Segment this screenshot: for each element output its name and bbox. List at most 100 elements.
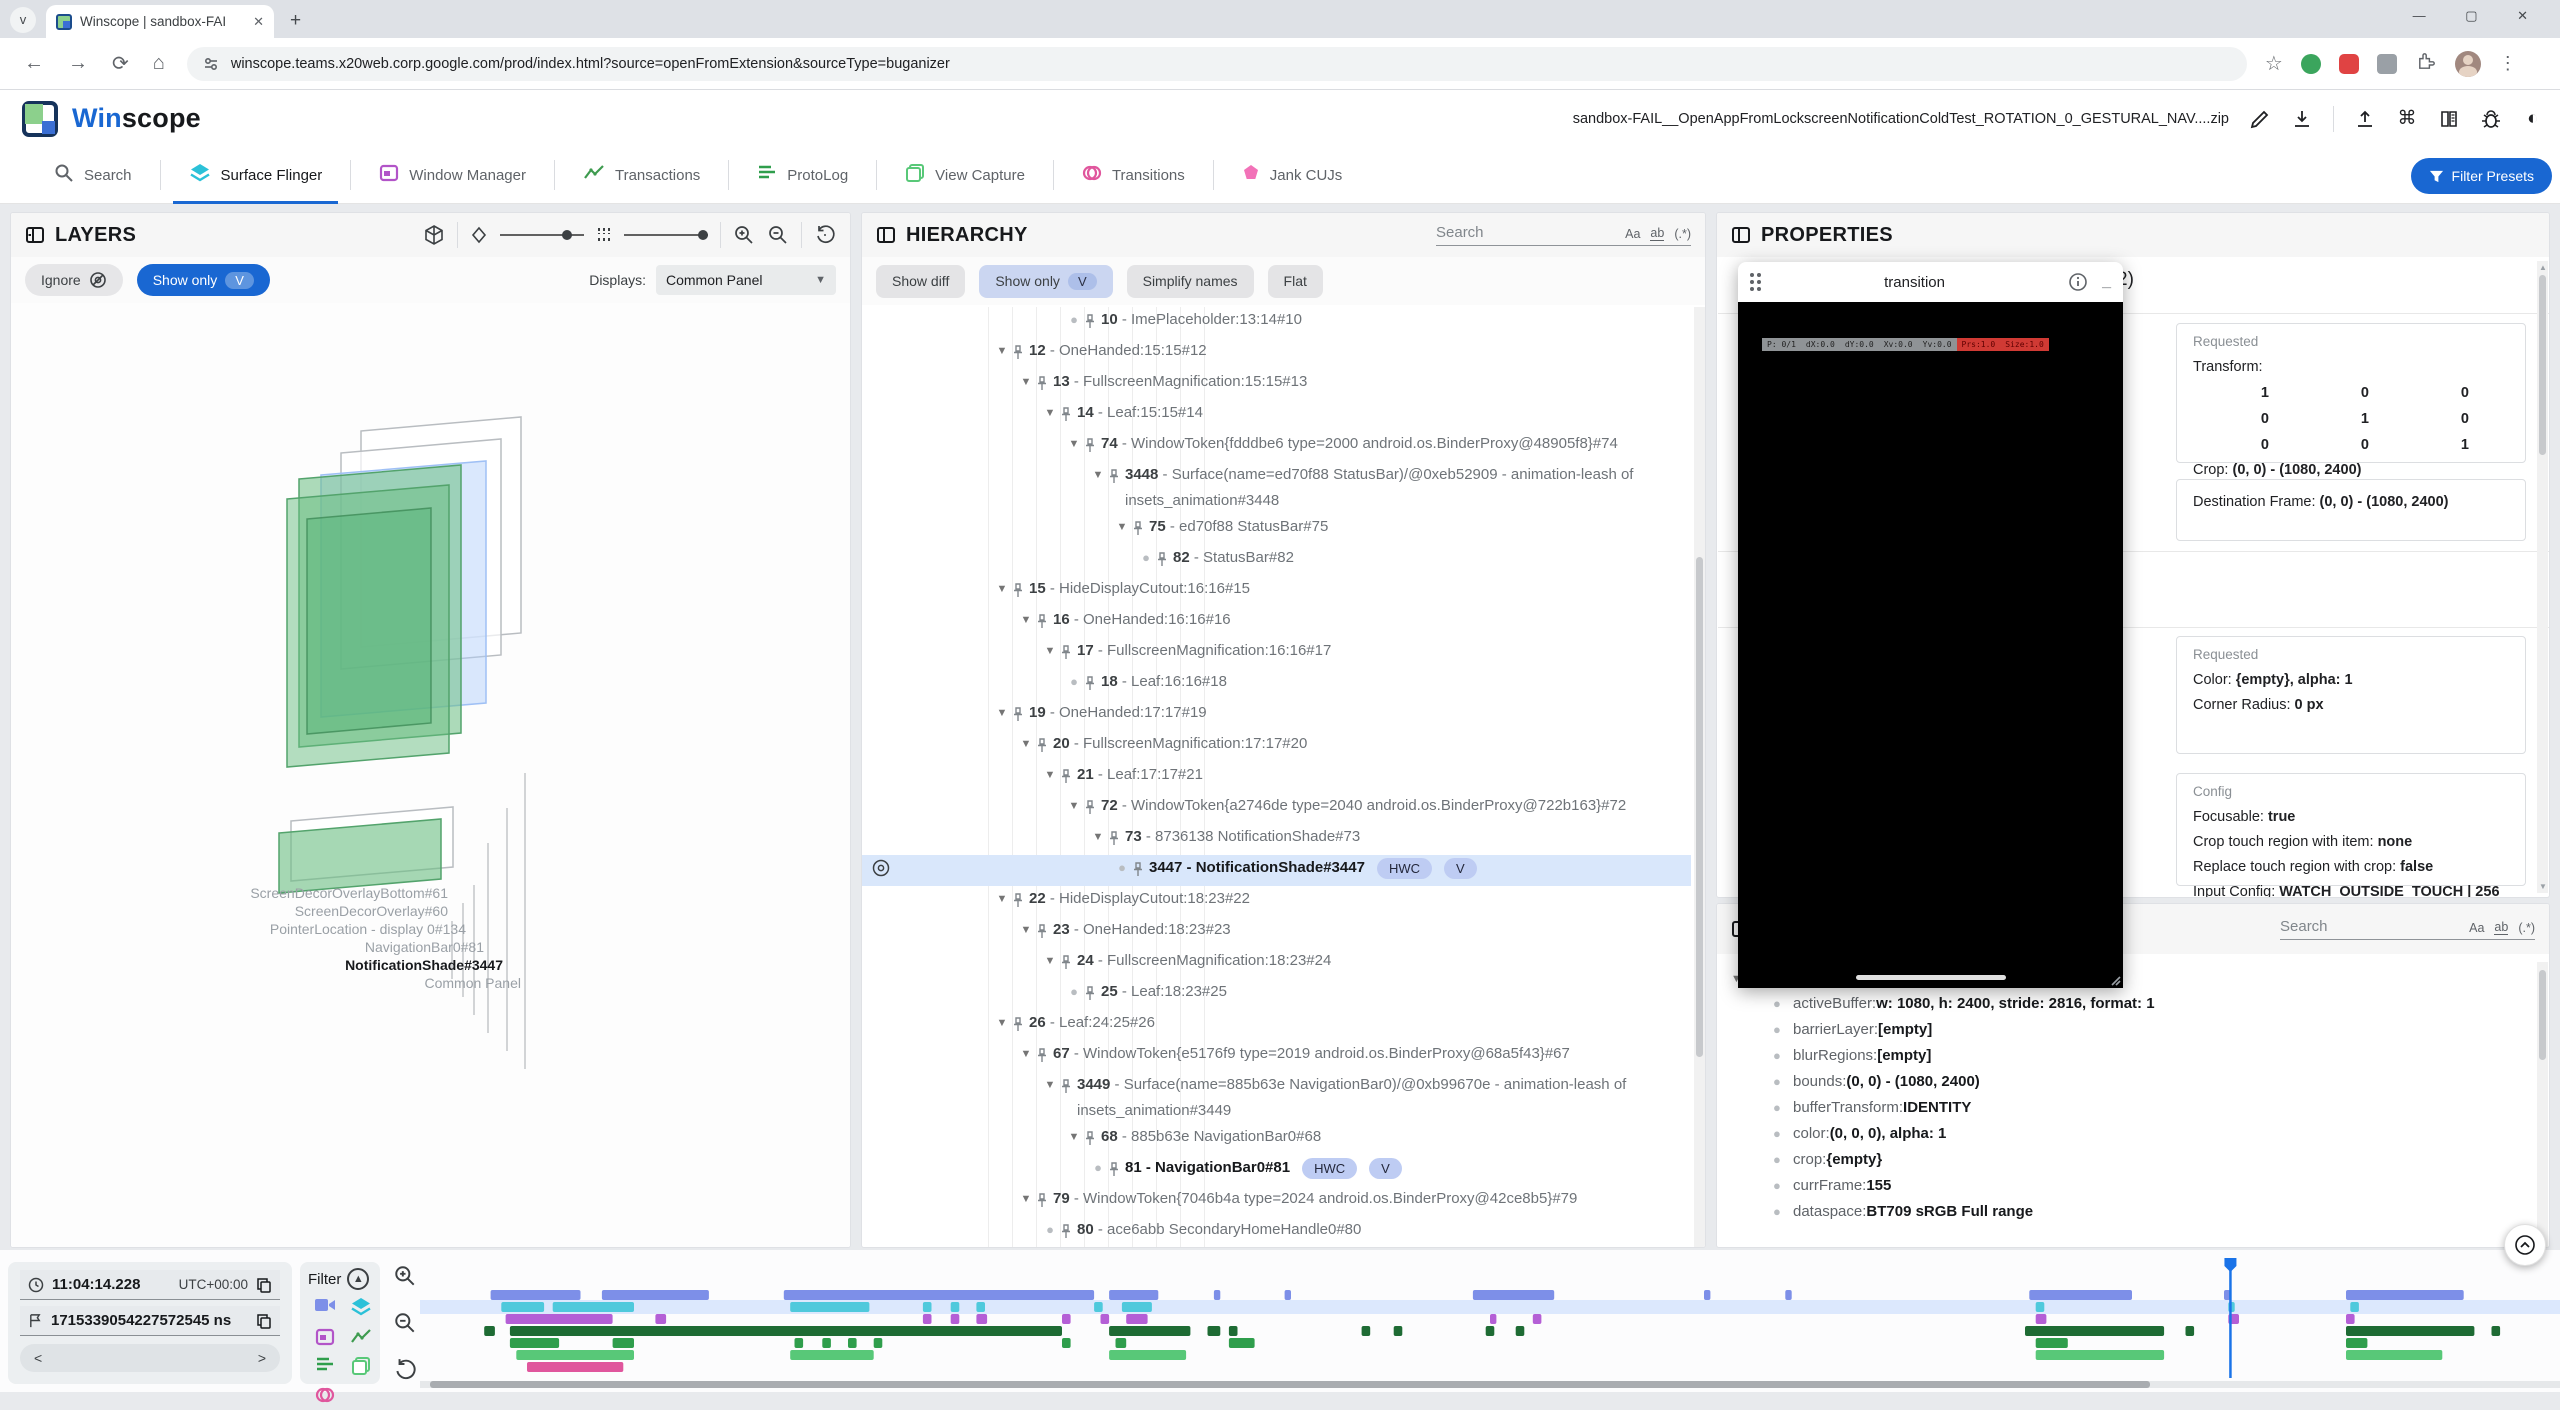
collapse-filter-icon[interactable]: ▲ — [347, 1268, 369, 1290]
pin-icon[interactable] — [1060, 948, 1077, 979]
tree-node[interactable]: ▼79 - WindowToken{7046b4a type=2024 andr… — [862, 1186, 1691, 1217]
tree-node[interactable]: ▼68 - 885b63e NavigationBar0#68 — [862, 1124, 1691, 1155]
expand-arrow-icon[interactable]: ▼ — [992, 700, 1012, 726]
prev-frame-button[interactable]: < — [34, 1350, 42, 1366]
pin-icon[interactable] — [1132, 514, 1149, 545]
tab-window-manager[interactable]: Window Manager — [351, 147, 554, 204]
tree-node[interactable]: ●3447 - NotificationShade#3447HWCV — [862, 855, 1691, 886]
expand-arrow-icon[interactable]: ▼ — [1040, 948, 1060, 974]
displays-select[interactable]: Common Panel ▼ — [656, 265, 836, 295]
property-row[interactable]: ●activeBuffer: w: 1080, h: 2400, stride:… — [1717, 991, 2537, 1017]
regex-toggle[interactable]: (.*) — [1674, 227, 1691, 241]
tree-node[interactable]: ▼26 - Leaf:24:25#26 — [862, 1010, 1691, 1041]
pin-icon[interactable] — [1036, 1186, 1053, 1217]
documentation-book-icon[interactable] — [2438, 108, 2460, 130]
rotation-slider[interactable] — [500, 234, 584, 236]
pin-icon[interactable] — [1036, 917, 1053, 948]
ignore-chip[interactable]: Ignore — [25, 264, 123, 296]
timeline-block-protolog[interactable] — [822, 1338, 831, 1348]
layer-label[interactable]: NavigationBar0#81 — [84, 939, 484, 955]
timeline-block-transitions[interactable] — [2346, 1290, 2464, 1300]
scrollbar[interactable] — [2537, 962, 2548, 1247]
expand-arrow-icon[interactable]: ▼ — [1016, 607, 1036, 633]
layer-label[interactable]: Common Panel — [121, 975, 521, 991]
protolog-filter-icon[interactable] — [315, 1356, 335, 1381]
timeline-block-view-capture[interactable] — [516, 1350, 634, 1360]
timeline-block-view-capture[interactable] — [2036, 1350, 2164, 1360]
tree-node[interactable]: ▼72 - WindowToken{a2746de type=2040 andr… — [862, 793, 1691, 824]
filter-presets-button[interactable]: Filter Presets — [2411, 158, 2552, 194]
timeline-block-transactions[interactable] — [2492, 1326, 2501, 1336]
timeline-block-window-manager[interactable] — [2036, 1314, 2047, 1324]
pin-icon[interactable] — [1060, 400, 1077, 431]
timeline-block-window-manager[interactable] — [976, 1314, 987, 1324]
property-row[interactable]: ●bounds: (0, 0) - (1080, 2400) — [1717, 1069, 2537, 1095]
scrollbar[interactable] — [1694, 307, 1705, 1247]
timeline-block-transactions[interactable] — [1229, 1326, 1238, 1336]
tree-node[interactable]: ▼12 - OneHanded:15:15#12 — [862, 338, 1691, 369]
timeline-block-jank-cujs[interactable] — [527, 1362, 623, 1372]
timeline-block-surface-flinger[interactable] — [923, 1302, 932, 1312]
collapse-panel-icon[interactable] — [1731, 225, 1751, 245]
match-word-toggle[interactable]: ab — [1650, 226, 1664, 241]
expand-arrow-icon[interactable]: ▼ — [1064, 431, 1084, 457]
bug-report-icon[interactable] — [2480, 108, 2502, 130]
timeline-block-transitions[interactable] — [2029, 1290, 2132, 1300]
timeline-block-window-manager[interactable] — [1533, 1314, 1542, 1324]
tree-node[interactable]: ▼75 - ed70f88 StatusBar#75 — [862, 514, 1691, 545]
pin-icon[interactable] — [1012, 1010, 1029, 1041]
tree-node[interactable]: ▼73 - 8736138 NotificationShade#73 — [862, 824, 1691, 855]
tree-node[interactable]: ●25 - Leaf:18:23#25 — [862, 979, 1691, 1010]
expand-arrow-icon[interactable]: ▼ — [1016, 1041, 1036, 1067]
expand-arrow-icon[interactable]: ▼ — [1088, 824, 1108, 850]
tab-view-capture[interactable]: View Capture — [877, 147, 1053, 204]
timeline-block-transactions[interactable] — [1208, 1326, 1221, 1336]
timeline-block-protolog[interactable] — [2036, 1338, 2068, 1348]
pin-icon[interactable] — [1084, 793, 1101, 824]
menu-dots-icon[interactable]: ⋮ — [2499, 53, 2517, 74]
property-row[interactable]: ●barrierLayer: [empty] — [1717, 1017, 2537, 1043]
zoom-out-icon[interactable] — [767, 224, 789, 246]
timeline-block-window-manager[interactable] — [1101, 1314, 1110, 1324]
tree-node[interactable]: ●18 - Leaf:16:16#18 — [862, 669, 1691, 700]
timeline-block-protolog[interactable] — [848, 1338, 857, 1348]
reset-view-icon[interactable] — [814, 224, 836, 246]
timeline-block-surface-flinger[interactable] — [951, 1302, 960, 1312]
layer-label[interactable]: ScreenDecorOverlayBottom#61 — [48, 885, 448, 901]
timeline-block-surface-flinger[interactable] — [553, 1302, 634, 1312]
forward-icon[interactable]: → — [68, 52, 88, 75]
timeline-block-transitions[interactable] — [1109, 1290, 1158, 1300]
ns-time-row[interactable]: 1715339054227572545 ns — [20, 1306, 280, 1336]
timeline-block-window-manager[interactable] — [1126, 1314, 1147, 1324]
expand-arrow-icon[interactable]: ▼ — [1016, 731, 1036, 757]
extension-icon-green[interactable] — [2301, 54, 2321, 74]
tab-search[interactable]: Search — [26, 147, 160, 204]
timeline-block-surface-flinger[interactable] — [790, 1302, 869, 1312]
pin-icon[interactable] — [1132, 855, 1149, 886]
timeline-block-view-capture[interactable] — [2346, 1350, 2442, 1360]
reset-zoom-icon[interactable] — [393, 1358, 417, 1382]
timeline-block-transactions[interactable] — [510, 1326, 1062, 1336]
layer-label[interactable]: NotificationShade#3447 — [103, 957, 503, 973]
flat-chip[interactable]: Flat — [1268, 265, 1323, 298]
timeline-tracks[interactable] — [420, 1256, 2560, 1384]
camera-filter-icon[interactable] — [314, 1296, 336, 1323]
match-case-toggle[interactable]: Aa — [2469, 921, 2484, 935]
tab-search-icon[interactable]: v — [10, 7, 36, 33]
pin-icon[interactable] — [1036, 1041, 1053, 1072]
regex-toggle[interactable]: (.*) — [2518, 921, 2535, 935]
pin-icon[interactable] — [1084, 307, 1101, 338]
transitions-filter-icon[interactable] — [315, 1385, 335, 1410]
url-bar[interactable]: winscope.teams.x20web.corp.google.com/pr… — [187, 47, 2247, 81]
expand-arrow-icon[interactable]: ▼ — [1088, 462, 1108, 488]
timeline-block-window-manager[interactable] — [2346, 1314, 2355, 1324]
expand-arrow-icon[interactable]: ▼ — [1016, 1186, 1036, 1212]
pin-icon[interactable] — [1108, 824, 1125, 855]
property-row[interactable]: ●color: (0, 0, 0), alpha: 1 — [1717, 1121, 2537, 1147]
timeline-block-surface-flinger[interactable] — [2350, 1302, 2359, 1312]
timeline-block-window-manager[interactable] — [923, 1314, 932, 1324]
transactions-filter-icon[interactable] — [350, 1327, 372, 1352]
expand-arrow-icon[interactable]: ▼ — [1016, 917, 1036, 943]
expand-arrow-icon[interactable]: ▼ — [1040, 400, 1060, 426]
profile-avatar[interactable] — [2455, 51, 2481, 77]
